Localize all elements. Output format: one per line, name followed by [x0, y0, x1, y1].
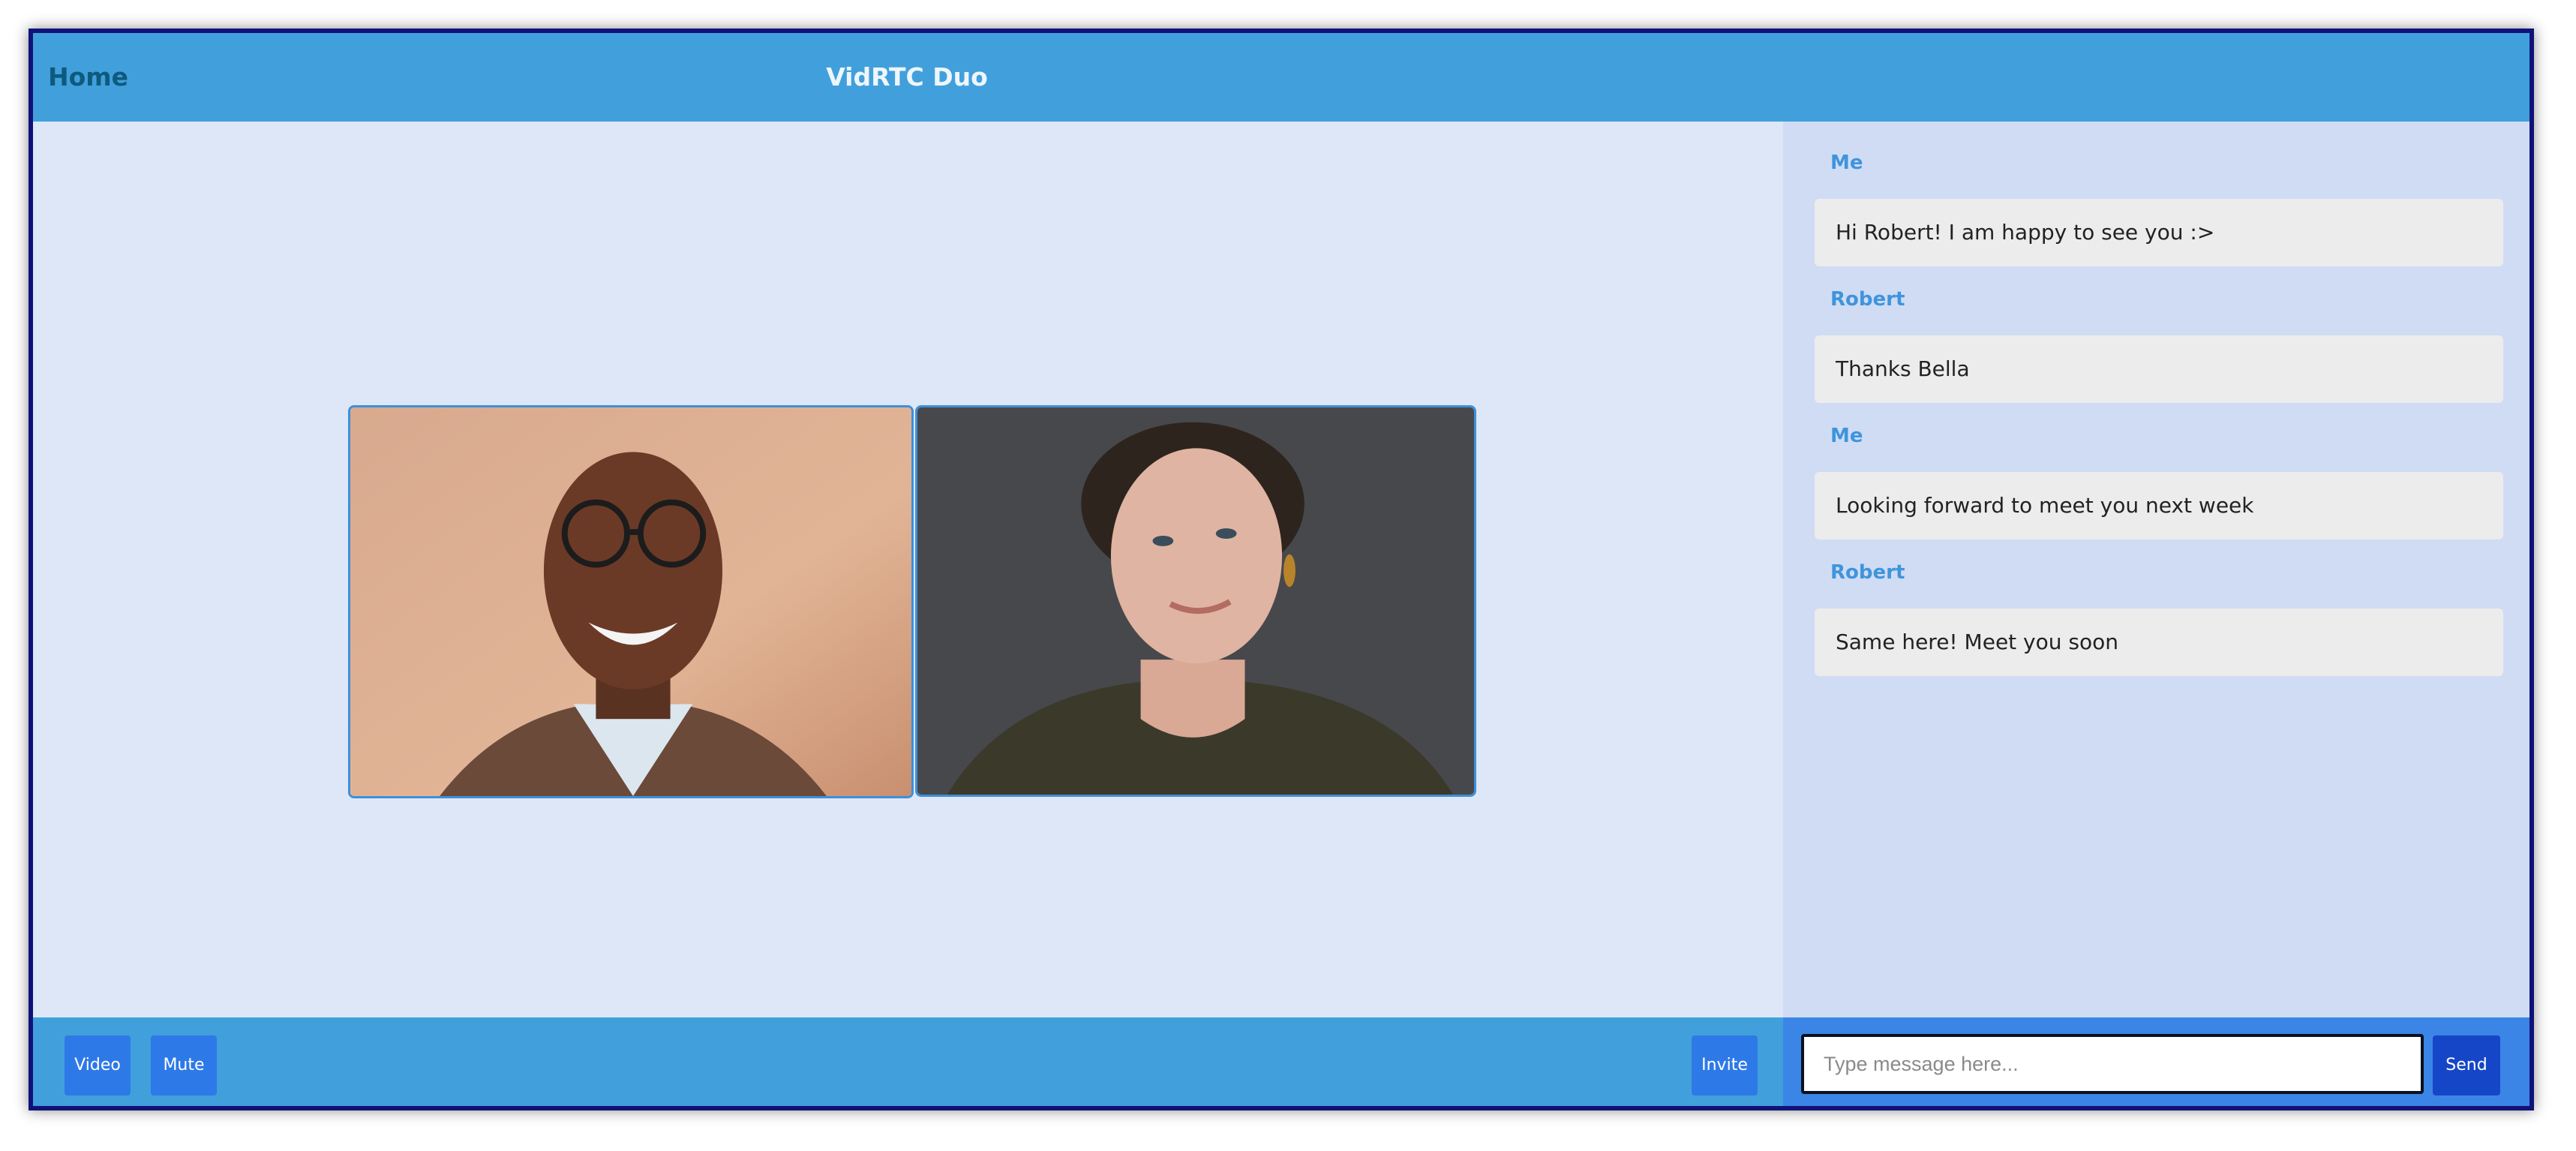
- video-feed-woman-icon: [917, 407, 1474, 795]
- video-feed-remote[interactable]: [348, 405, 914, 798]
- video-feed-local[interactable]: [915, 405, 1476, 797]
- call-controls-bar: Video Mute Invite: [33, 1017, 1783, 1106]
- video-toggle-button[interactable]: Video: [65, 1035, 131, 1095]
- message-sender: Me: [1830, 152, 1863, 174]
- message-bubble: Hi Robert! I am happy to see you :>: [1815, 199, 2503, 266]
- video-stage: [33, 122, 1783, 1017]
- top-header: Home VidRTC Duo: [33, 33, 2529, 122]
- chat-panel: Me Hi Robert! I am happy to see you :> R…: [1783, 122, 2529, 1017]
- send-button[interactable]: Send: [2433, 1035, 2500, 1095]
- app-title: VidRTC Duo: [826, 62, 988, 92]
- message-sender: Robert: [1830, 561, 1905, 584]
- message-bubble: Same here! Meet you soon: [1815, 609, 2503, 676]
- invite-button[interactable]: Invite: [1692, 1035, 1758, 1095]
- video-feed-man-icon: [350, 407, 911, 796]
- message-bubble: Thanks Bella: [1815, 335, 2503, 403]
- message-sender: Me: [1830, 425, 1863, 447]
- message-bubble: Looking forward to meet you next week: [1815, 472, 2503, 539]
- chat-input-bar: Send: [1783, 1017, 2529, 1106]
- message-sender: Robert: [1830, 288, 1905, 311]
- message-input[interactable]: [1801, 1034, 2424, 1094]
- app-window: Home VidRTC Duo Me Hi Robert! I am happy…: [29, 29, 2534, 1110]
- mute-button[interactable]: Mute: [151, 1035, 217, 1095]
